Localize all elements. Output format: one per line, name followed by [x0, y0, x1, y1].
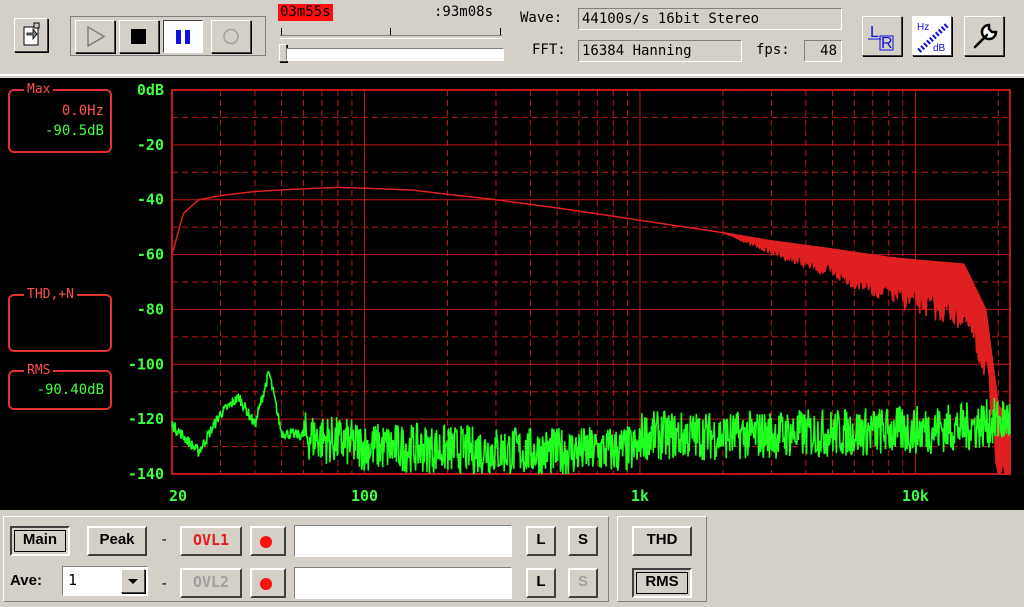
- record-dot-icon: [260, 578, 272, 590]
- record-button[interactable]: [211, 20, 251, 53]
- position-slider-track[interactable]: [280, 35, 502, 39]
- svg-text:L: L: [870, 24, 879, 41]
- position-slider-bar: [286, 48, 504, 61]
- open-file-button[interactable]: [14, 18, 48, 52]
- toolbar: 03m55s :93m08s Wave: 44100s/s 16bit Ster…: [0, 0, 1024, 76]
- ave-dropdown-button[interactable]: [121, 569, 145, 593]
- y-tick-label: 0dB: [137, 81, 164, 99]
- chevron-down-icon: [128, 579, 138, 584]
- ave-label: Ave:: [10, 572, 42, 589]
- rms-button[interactable]: RMS: [632, 568, 692, 598]
- x-tick-label: 10k: [902, 487, 929, 505]
- pause-button[interactable]: [163, 20, 203, 53]
- channel-lr-button[interactable]: L R: [862, 16, 902, 56]
- dash: -: [160, 576, 169, 592]
- y-tick-label: -100: [128, 355, 164, 373]
- ovl2-field[interactable]: [294, 567, 512, 599]
- ovl2-s-button[interactable]: S: [568, 568, 598, 598]
- main-button[interactable]: Main: [10, 526, 70, 556]
- green-channel-trace: [171, 370, 1011, 475]
- y-tick-label: -140: [128, 465, 164, 483]
- stop-icon: [131, 29, 146, 44]
- thd-button[interactable]: THD: [632, 526, 692, 556]
- elapsed-time: 03m55s: [278, 4, 333, 21]
- svg-text:Hz: Hz: [917, 22, 929, 33]
- ave-select[interactable]: 1: [62, 566, 148, 596]
- ovl1-s-button[interactable]: S: [568, 526, 598, 556]
- svg-text:dB: dB: [933, 43, 946, 54]
- ovl2-l-button[interactable]: L: [526, 568, 556, 598]
- bottom-bar: Main Peak - OVL1 L S Ave: 1 - OVL2 L S T…: [0, 512, 1024, 607]
- x-tick-label: 100: [351, 487, 378, 505]
- y-tick-label: -20: [137, 136, 164, 154]
- x-tick-label: 20: [169, 487, 187, 505]
- ave-value: 1: [68, 571, 78, 589]
- record-circle-icon: [223, 28, 239, 45]
- wave-format-field: 44100s/s 16bit Stereo: [578, 8, 842, 30]
- ovl1-l-button[interactable]: L: [526, 526, 556, 556]
- pause-icon: [176, 30, 190, 44]
- play-button[interactable]: [75, 20, 115, 53]
- fps-field: 48: [804, 40, 842, 62]
- wrench-icon: [973, 23, 998, 49]
- peak-button[interactable]: Peak: [87, 526, 147, 556]
- hz-db-scale-button[interactable]: Hz dB: [912, 16, 952, 56]
- y-tick-label: -120: [128, 410, 164, 428]
- wave-label: Wave:: [520, 10, 563, 26]
- ovl1-field[interactable]: [294, 525, 512, 557]
- settings-button[interactable]: [964, 16, 1004, 56]
- y-tick-label: -60: [137, 246, 164, 264]
- spectrum-display: Max 0.0Hz -90.5dB THD,+N RMS -90.40dB 0d…: [0, 78, 1024, 510]
- ovl2-button[interactable]: OVL2: [180, 568, 242, 598]
- fft-label: FFT:: [532, 42, 566, 58]
- slider-tick: [390, 28, 391, 35]
- spectrum-chart: 0dB -20 -40 -60 -80 -100 -120 -140 20 100 1k 10k: [128, 81, 1011, 505]
- fft-setting-field: 16384 Hanning: [578, 40, 742, 62]
- hz-db-scale-icon: Hz dB: [917, 22, 949, 54]
- slider-tick: [500, 28, 501, 35]
- play-icon: [87, 25, 106, 48]
- total-time: :93m08s: [434, 4, 494, 20]
- transport-group: [70, 16, 266, 56]
- x-tick-label: 1k: [631, 487, 649, 505]
- lr-channel-icon: L R: [868, 24, 894, 52]
- slider-tick: [281, 28, 282, 35]
- ovl1-record-button[interactable]: [250, 526, 286, 556]
- fps-label: fps:: [756, 42, 790, 58]
- ovl1-button[interactable]: OVL1: [180, 526, 242, 556]
- y-tick-label: -80: [137, 300, 164, 318]
- open-file-icon: [23, 22, 40, 46]
- svg-text:R: R: [881, 35, 893, 52]
- dash: -: [160, 532, 169, 548]
- ovl2-record-button[interactable]: [250, 568, 286, 598]
- stop-button[interactable]: [119, 20, 159, 53]
- y-tick-label: -40: [137, 191, 164, 209]
- record-dot-icon: [260, 536, 272, 548]
